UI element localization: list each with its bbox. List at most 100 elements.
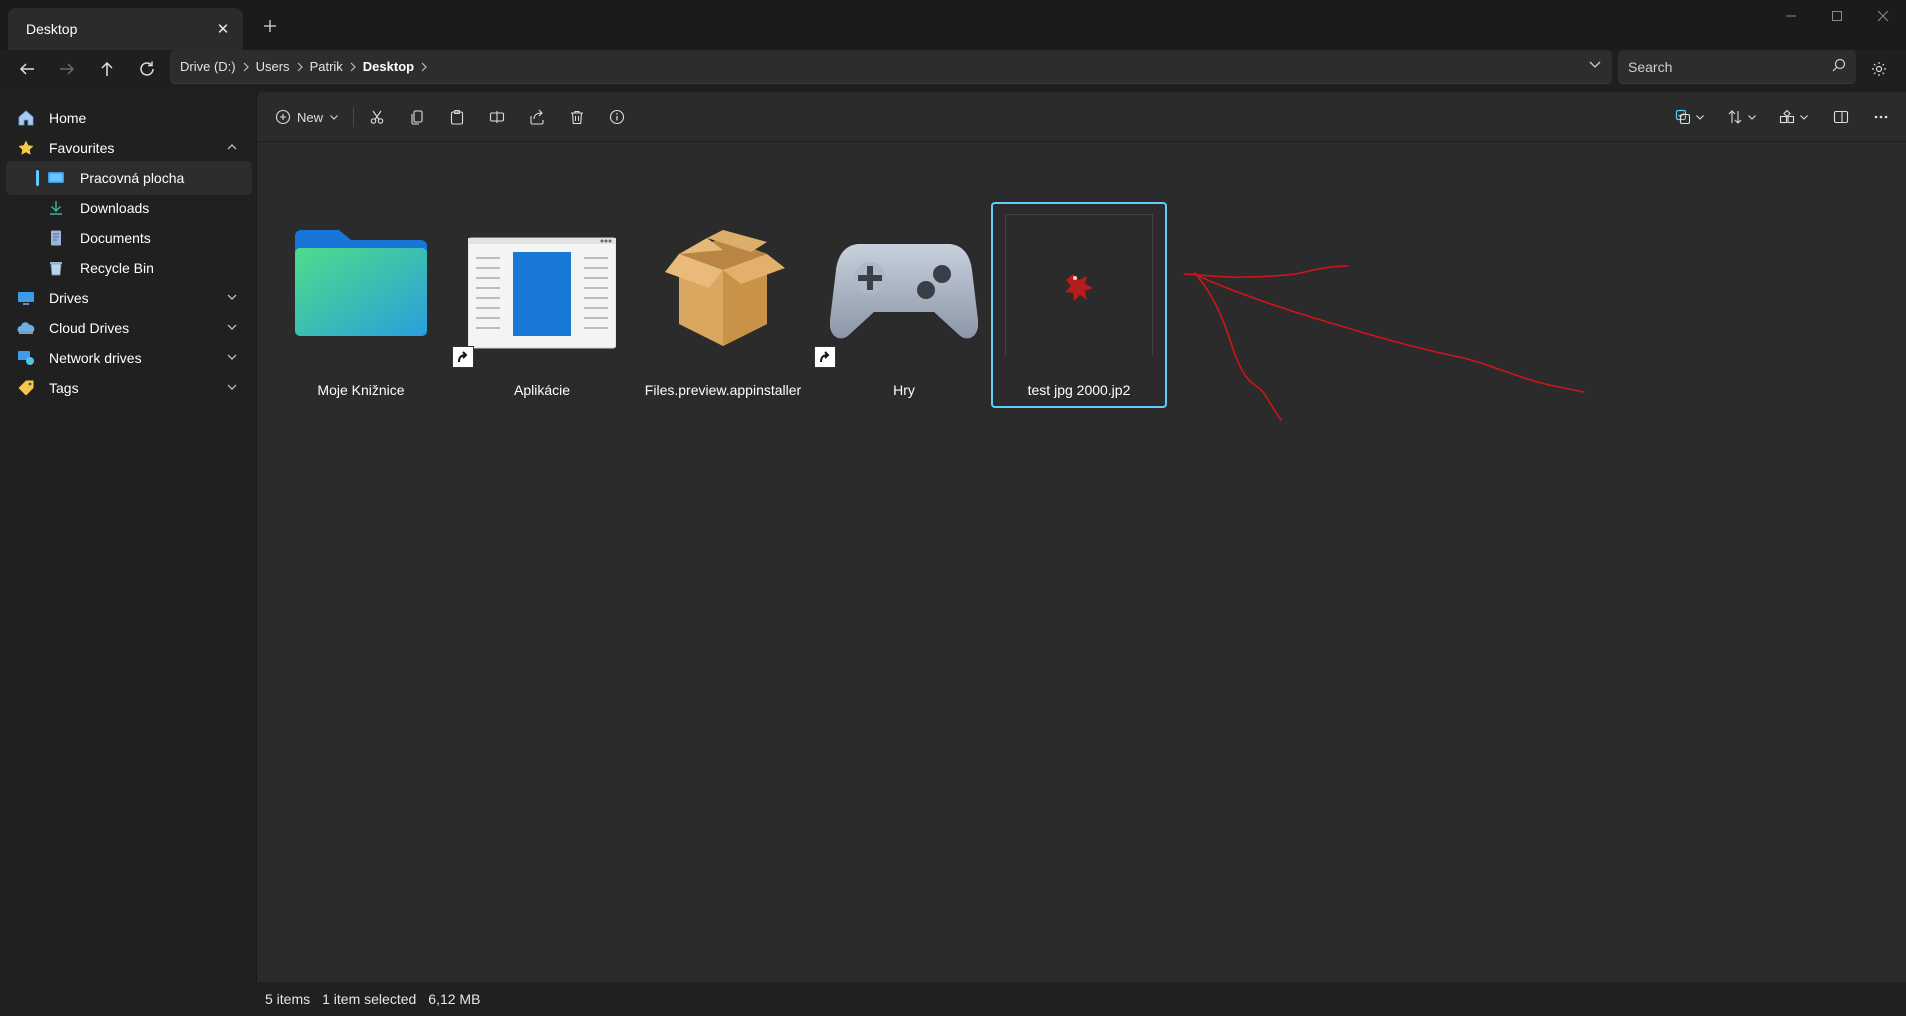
- search-icon[interactable]: [1832, 58, 1846, 75]
- file-item-aplikacie[interactable]: Aplikácie: [452, 202, 630, 408]
- chevron-right-icon[interactable]: [343, 62, 363, 72]
- maximize-button[interactable]: [1814, 0, 1860, 32]
- chevron-down-icon: [1748, 115, 1756, 120]
- settings-button[interactable]: [1864, 54, 1894, 84]
- refresh-button[interactable]: [132, 54, 162, 84]
- close-window-button[interactable]: [1860, 0, 1906, 32]
- sidebar-item-downloads[interactable]: Downloads: [6, 191, 252, 225]
- app-window-icon: [468, 237, 616, 349]
- breadcrumb-patrik[interactable]: Patrik: [310, 59, 343, 74]
- address-bar[interactable]: Drive (D:) Users Patrik Desktop: [170, 50, 1612, 84]
- file-item-moje-kniznice[interactable]: Moje Knižnice: [273, 202, 449, 408]
- chevron-up-icon[interactable]: [226, 140, 238, 156]
- properties-button[interactable]: [603, 103, 631, 131]
- chevron-down-icon[interactable]: [226, 320, 238, 336]
- selection-options-button[interactable]: [1671, 103, 1709, 131]
- home-icon: [16, 108, 36, 128]
- plus-icon: [264, 20, 276, 32]
- star-icon: [16, 138, 36, 158]
- chevron-down-icon[interactable]: [226, 350, 238, 366]
- back-button[interactable]: [12, 54, 42, 84]
- more-options-button[interactable]: [1867, 103, 1895, 131]
- delete-button[interactable]: [563, 103, 591, 131]
- chevron-down-icon[interactable]: [226, 380, 238, 396]
- file-name: Hry: [893, 382, 915, 398]
- sort-button[interactable]: [1723, 103, 1761, 131]
- chevron-down-icon: [1800, 115, 1808, 120]
- info-icon: [609, 109, 625, 125]
- trash-icon: [571, 110, 583, 125]
- package-box-icon: [665, 230, 785, 346]
- new-tab-button[interactable]: [258, 14, 282, 38]
- new-button[interactable]: New: [271, 103, 343, 131]
- sidebar-item-label: Cloud Drives: [49, 320, 130, 336]
- minimize-icon: [1786, 15, 1796, 17]
- forward-button[interactable]: [52, 54, 82, 84]
- share-button[interactable]: [523, 103, 551, 131]
- layout-grid-icon: [1779, 109, 1795, 124]
- main-content: New Moje Knižnice Aplikácie Files.previe…: [256, 92, 1906, 982]
- chevron-right-icon[interactable]: [414, 62, 434, 72]
- chevron-down-icon[interactable]: [1588, 57, 1602, 74]
- new-button-label: New: [296, 109, 323, 125]
- close-tab-icon[interactable]: ✕: [213, 19, 233, 39]
- chevron-down-icon[interactable]: [226, 290, 238, 306]
- arrow-up-icon: [101, 61, 113, 76]
- copy-icon: [411, 110, 423, 125]
- download-icon: [46, 198, 66, 218]
- sidebar-item-favourites[interactable]: Favourites: [6, 131, 252, 165]
- sidebar-item-drives[interactable]: Drives: [6, 281, 252, 315]
- rename-button[interactable]: [483, 103, 511, 131]
- sidebar-item-pracovna-plocha[interactable]: Pracovná plocha: [6, 161, 252, 195]
- tag-icon: [16, 378, 36, 398]
- sort-icon: [1728, 110, 1742, 124]
- copy-button[interactable]: [403, 103, 431, 131]
- arrow-left-icon: [19, 63, 34, 75]
- sidebar-item-cloud-drives[interactable]: Cloud Drives: [6, 311, 252, 345]
- sidebar-item-label: Network drives: [49, 350, 142, 366]
- file-item-test-jpg-2000[interactable]: test jpg 2000.jp2: [991, 202, 1167, 408]
- layout-button[interactable]: [1775, 103, 1813, 131]
- breadcrumb-users[interactable]: Users: [256, 59, 290, 74]
- title-bar: Desktop ✕: [0, 0, 1906, 50]
- up-button[interactable]: [92, 54, 122, 84]
- file-item-appinstaller[interactable]: Files.preview.appinstaller: [635, 202, 811, 408]
- refresh-icon: [140, 61, 154, 76]
- sidebar-item-network-drives[interactable]: Network drives: [6, 341, 252, 375]
- toolbar-divider: [353, 107, 354, 127]
- sidebar-item-home[interactable]: Home: [6, 101, 252, 135]
- sidebar-item-label: Home: [49, 110, 87, 126]
- shortcut-arrow-icon: [814, 346, 836, 368]
- command-toolbar: New: [257, 92, 1906, 142]
- search-input[interactable]: [1628, 58, 1832, 75]
- sidebar: Home Favourites Pracovná plocha Download…: [0, 92, 256, 1016]
- sidebar-item-label: Tags: [49, 380, 79, 396]
- desktop-icon: [46, 168, 66, 188]
- chevron-right-icon[interactable]: [236, 62, 256, 72]
- minimize-button[interactable]: [1768, 0, 1814, 32]
- sidebar-item-label: Pracovná plocha: [80, 170, 185, 186]
- paste-button[interactable]: [443, 103, 471, 131]
- preview-pane-button[interactable]: [1827, 103, 1855, 131]
- recycle-bin-icon: [46, 258, 66, 278]
- arrow-right-icon: [60, 63, 75, 75]
- sidebar-item-tags[interactable]: Tags: [6, 371, 252, 405]
- selection-indicator: [36, 170, 39, 186]
- breadcrumb-drive[interactable]: Drive (D:): [180, 59, 236, 74]
- sidebar-item-recycle-bin[interactable]: Recycle Bin: [6, 251, 252, 285]
- breadcrumb-desktop[interactable]: Desktop: [363, 59, 414, 74]
- sidebar-item-label: Favourites: [49, 140, 115, 156]
- paste-icon: [450, 109, 464, 125]
- preview-pane-icon: [1833, 110, 1849, 124]
- sidebar-item-documents[interactable]: Documents: [6, 221, 252, 255]
- cloud-icon: [16, 318, 36, 338]
- search-box[interactable]: [1618, 50, 1856, 84]
- tab-desktop[interactable]: Desktop ✕: [8, 8, 243, 50]
- select-icon: [1675, 109, 1691, 125]
- chevron-right-icon[interactable]: [290, 62, 310, 72]
- more-icon: [1874, 115, 1888, 119]
- cut-button[interactable]: [363, 103, 391, 131]
- file-item-hry[interactable]: Hry: [814, 202, 992, 408]
- file-explorer-window: Desktop ✕ Drive (D:) Users Patrik Deskto…: [0, 0, 1906, 1016]
- window-controls: [1768, 0, 1906, 32]
